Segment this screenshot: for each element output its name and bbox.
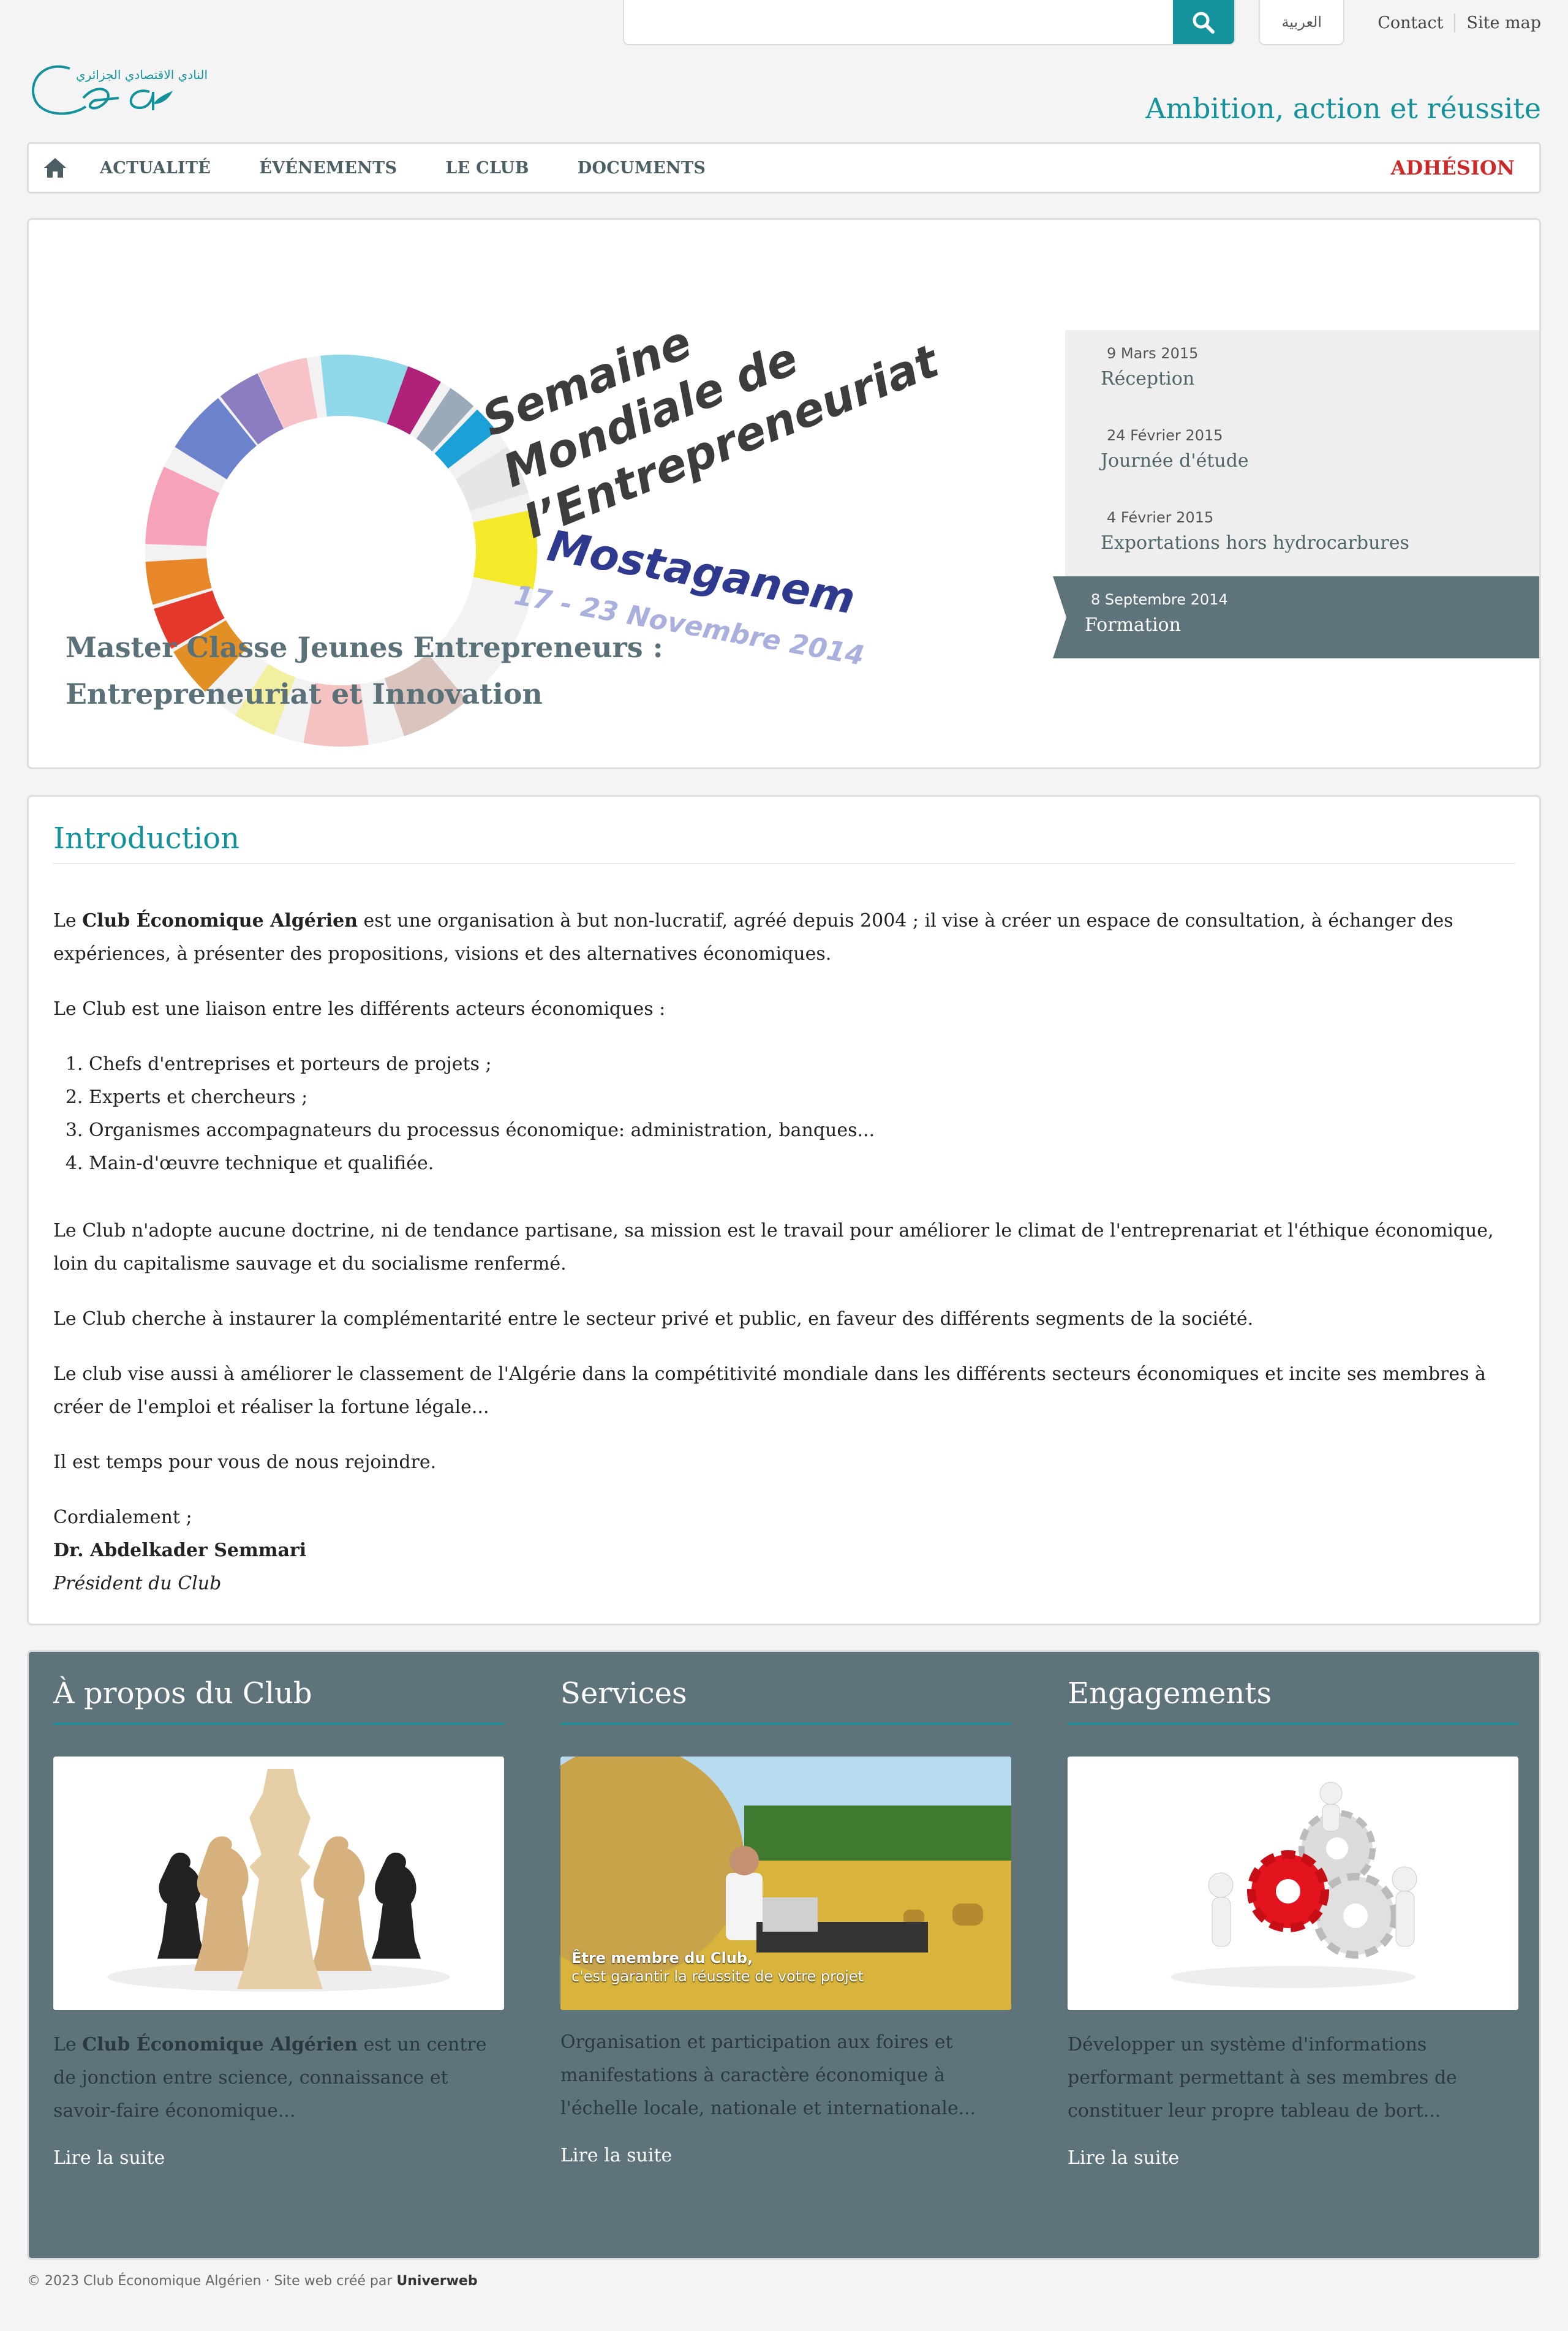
search-box — [623, 0, 1236, 45]
event-item[interactable]: 4 Février 2015 Exportations hors hydroca… — [1065, 494, 1539, 576]
logo[interactable]: النادي الاقتصادي الجزائري — [27, 55, 208, 122]
event-date: 24 Février 2015 — [1107, 427, 1223, 444]
logo-mark — [32, 65, 173, 115]
list-item: Main-d'œuvre technique et qualifiée. — [89, 1147, 1515, 1180]
nav-item-evenements[interactable]: ÉVÉNEMENTS — [259, 159, 397, 178]
sitemap-link[interactable]: Site map — [1454, 13, 1541, 32]
signer-name: Dr. Abdelkader Semmari — [53, 1534, 1515, 1567]
main-nav: ACTUALITÉ ÉVÉNEMENTS LE CLUB DOCUMENTS A… — [27, 142, 1541, 194]
hero-slider: Semaine Mondiale de l’Entrepreneuriat Mo… — [27, 218, 1541, 769]
event-title: Exportations hors hydrocarbures — [1101, 532, 1409, 554]
feature-engagements: Engagements Développer un système d'info… — [1068, 1676, 1518, 2234]
nav-item-documents[interactable]: DOCUMENTS — [578, 159, 706, 178]
list-item: Experts et chercheurs ; — [89, 1081, 1515, 1114]
read-more-link[interactable]: Lire la suite — [1068, 2147, 1518, 2169]
footer-author-link[interactable]: Univerweb — [396, 2273, 477, 2289]
nav-item-le-club[interactable]: LE CLUB — [445, 159, 529, 178]
caption-title: Être membre du Club, — [571, 1949, 753, 1967]
nav-item-adhesion[interactable]: ADHÉSION — [1391, 156, 1515, 179]
intro-paragraph: Il est temps pour vous de nous rejoindre… — [53, 1452, 437, 1473]
top-bar: العربية Contact Site map — [623, 0, 1541, 45]
graphic-text: Semaine Mondiale de l’Entrepreneuriat — [475, 315, 948, 549]
contact-link[interactable]: Contact — [1366, 13, 1454, 32]
hero-title[interactable]: Master Classe Jeunes Entrepreneurs : Ent… — [66, 624, 923, 717]
list-item: Organismes accompagnateurs du processus … — [89, 1114, 1515, 1147]
signature: Cordialement ; Dr. Abdelkader Semmari Pr… — [53, 1501, 1515, 1600]
feature-about: À propos du Club Le Club Économique Algé… — [53, 1676, 504, 2234]
intro-paragraph: Le Club Économique Algérien est une orga… — [53, 905, 1515, 971]
feature-text: Développer un système d'informations per… — [1068, 2034, 1457, 2122]
club-name: Club Économique Algérien — [82, 2034, 358, 2055]
event-item[interactable]: 9 Mars 2015 Réception — [1065, 330, 1539, 412]
event-title: Journée d'étude — [1101, 450, 1249, 472]
role: Président du Club — [53, 1573, 222, 1594]
intro-paragraph: Le Club est une liaison entre les différ… — [53, 998, 666, 1020]
event-title: Réception — [1101, 368, 1195, 390]
event-list: 9 Mars 2015 Réception 24 Février 2015 Jo… — [1053, 330, 1539, 658]
feature-heading: Engagements — [1068, 1676, 1518, 1725]
search-button[interactable] — [1173, 0, 1235, 44]
language-switch[interactable]: العربية — [1259, 0, 1345, 45]
event-title: Formation — [1085, 614, 1181, 636]
closing: Cordialement ; — [53, 1507, 192, 1528]
intro-paragraph: Le Club n'adopte aucune doctrine, ni de … — [53, 1220, 1494, 1275]
intro-paragraph: Le club vise aussi à améliorer le classe… — [53, 1363, 1486, 1418]
nav-home[interactable] — [41, 154, 69, 182]
logo-arabic-text: النادي الاقتصادي الجزائري — [76, 67, 208, 82]
chess-pieces — [157, 1769, 421, 1989]
intro-paragraph: Le Club cherche à instaurer la complémen… — [53, 1308, 1254, 1330]
event-item[interactable]: 24 Février 2015 Journée d'étude — [1065, 412, 1539, 494]
feature-services: Services Être membre du Club, c'est gara… — [560, 1676, 1011, 2234]
event-item-active[interactable]: 8 Septembre 2014 Formation — [1053, 576, 1539, 658]
feature-text: Organisation et participation aux foires… — [560, 2032, 976, 2119]
services-image[interactable]: Être membre du Club, c'est garantir la r… — [560, 1757, 1011, 2010]
actors-list: Chefs d'entreprises et porteurs de proje… — [89, 1048, 1515, 1180]
top-links: Contact Site map — [1366, 0, 1541, 45]
nav-item-actualite[interactable]: ACTUALITÉ — [100, 159, 211, 178]
event-date: 8 Septembre 2014 — [1091, 591, 1228, 608]
feature-heading: Services — [560, 1676, 1011, 1725]
event-date: 4 Février 2015 — [1107, 509, 1214, 526]
image-caption: Être membre du Club, c'est garantir la r… — [571, 1949, 864, 1986]
feature-heading: À propos du Club — [53, 1676, 504, 1725]
list-item: Chefs d'entreprises et porteurs de proje… — [89, 1048, 1515, 1081]
intro-heading: Introduction — [53, 821, 1515, 864]
feature-panel: À propos du Club Le Club Économique Algé… — [27, 1650, 1541, 2260]
club-name: Club Économique Algérien — [82, 910, 358, 932]
chess-image[interactable] — [53, 1757, 504, 2010]
search-input[interactable] — [624, 0, 1174, 44]
footer-copyright: © 2023 Club Économique Algérien · Site w… — [27, 2273, 397, 2289]
event-date: 9 Mars 2015 — [1107, 345, 1199, 362]
text: Le — [53, 2034, 83, 2055]
slogan: Ambition, action et réussite — [1145, 92, 1541, 125]
caption-text: c'est garantir la réussite de votre proj… — [571, 1968, 864, 1985]
home-icon — [44, 158, 66, 178]
text: Le — [53, 910, 83, 932]
footer: © 2023 Club Économique Algérien · Site w… — [27, 2273, 478, 2289]
signer-role: Président du Club — [53, 1567, 1515, 1600]
read-more-link[interactable]: Lire la suite — [560, 2145, 1011, 2166]
signer: Dr. Abdelkader Semmari — [53, 1540, 307, 1561]
read-more-link[interactable]: Lire la suite — [53, 2147, 504, 2169]
gears-image[interactable] — [1068, 1757, 1518, 2010]
search-icon — [1193, 12, 1215, 34]
feature-text: Le Club Économique Algérien est un centr… — [53, 2028, 504, 2128]
intro-section: Introduction Le Club Économique Algérien… — [27, 795, 1541, 1625]
